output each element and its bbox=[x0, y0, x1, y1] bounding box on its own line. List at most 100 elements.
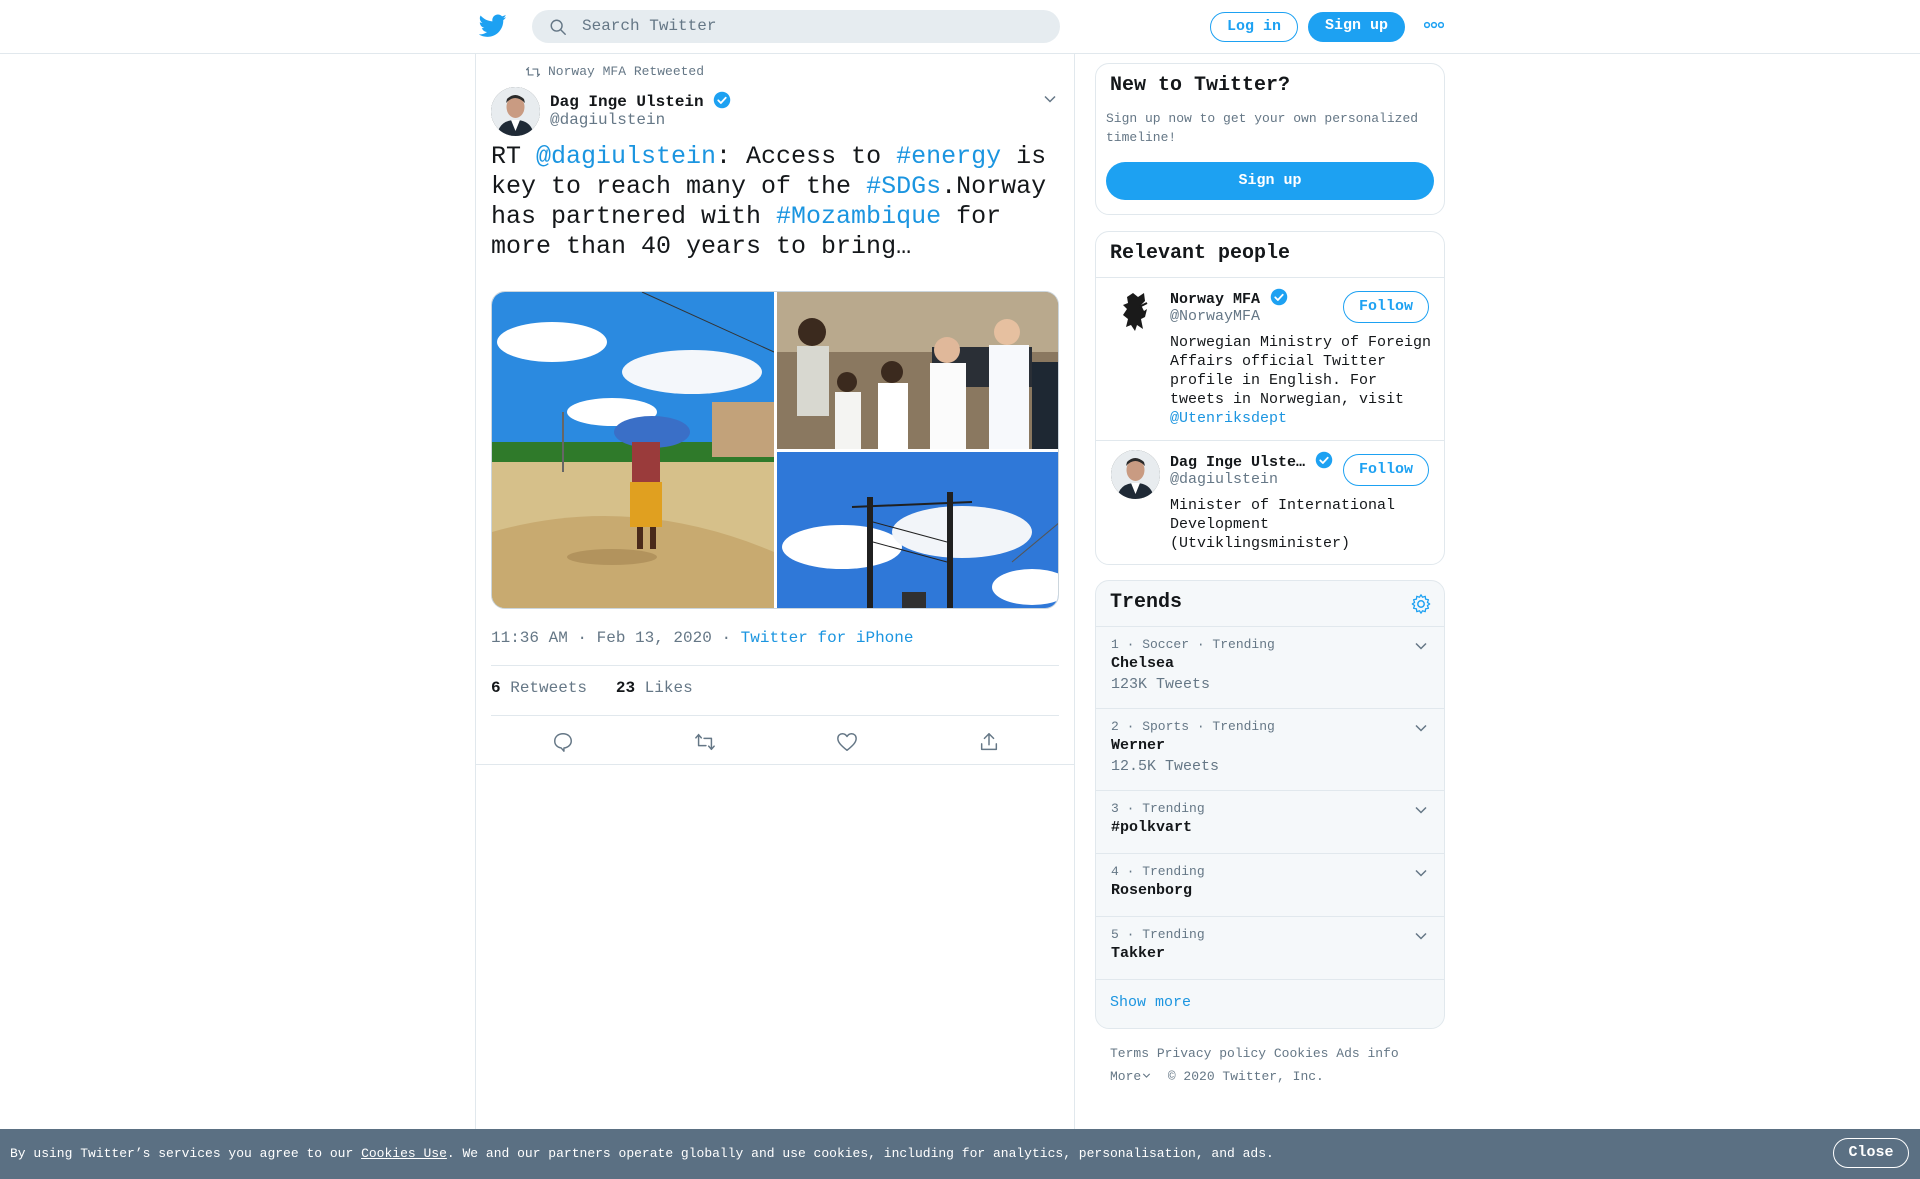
person-bio-text: Norwegian Ministry of Foreign Affairs of… bbox=[1170, 334, 1432, 408]
retweets-label: Retweets bbox=[510, 679, 588, 697]
trend-name: Rosenborg bbox=[1111, 882, 1193, 899]
hashtag-link[interactable]: #Mozambique bbox=[776, 202, 941, 231]
relevant-people-card: Relevant people Norway MFA @NorwayMFA Fo… bbox=[1095, 231, 1445, 565]
tweet-stats: 6 Retweets 23 Likes bbox=[491, 679, 693, 697]
likes-label: Likes bbox=[644, 679, 693, 697]
avatar[interactable] bbox=[1111, 287, 1160, 336]
trend-context: 4 · Trending bbox=[1111, 864, 1205, 879]
settings-gear-icon[interactable] bbox=[1410, 593, 1432, 615]
likes-count: 23 bbox=[615, 679, 636, 697]
author-handle[interactable]: @dagiulstein bbox=[550, 111, 665, 129]
tweet-text: RT @dagiulstein: Access to #energy is ke… bbox=[491, 142, 1066, 262]
person-name[interactable]: Dag Inge Ulste… bbox=[1170, 454, 1305, 471]
search-icon bbox=[550, 19, 566, 35]
norway-coat-of-arms-icon bbox=[1111, 287, 1160, 336]
follow-button[interactable]: Follow bbox=[1343, 291, 1429, 323]
mention-link[interactable]: @dagiulstein bbox=[536, 142, 716, 171]
tweet-media-grid bbox=[491, 291, 1059, 609]
author-photo bbox=[491, 87, 540, 136]
trend-name: Takker bbox=[1111, 945, 1166, 962]
avatar[interactable] bbox=[491, 87, 540, 136]
reply-icon[interactable] bbox=[552, 731, 574, 753]
tweet-source[interactable]: Twitter for iPhone bbox=[741, 629, 914, 647]
footer-links-row-2: More © 2020 Twitter, Inc. bbox=[1110, 1069, 1324, 1084]
divider bbox=[1096, 277, 1444, 278]
chevron-down-icon[interactable] bbox=[1414, 803, 1428, 817]
more-menu[interactable]: More bbox=[1110, 1069, 1152, 1084]
mention-link[interactable]: @Utenriksdept bbox=[1170, 410, 1287, 427]
person-handle[interactable]: @NorwayMFA bbox=[1170, 308, 1260, 325]
retweeted-by-label[interactable]: Norway MFA Retweeted bbox=[548, 64, 704, 79]
cookie-consent-bar: By using Twitter’s services you agree to… bbox=[0, 1129, 1920, 1179]
new-to-twitter-card: New to Twitter? Sign up now to get your … bbox=[1095, 63, 1445, 215]
retweet-icon bbox=[526, 66, 540, 77]
trend-context: 5 · Trending bbox=[1111, 927, 1205, 942]
meta-separator: · bbox=[711, 629, 741, 647]
login-button[interactable]: Log in bbox=[1210, 12, 1298, 42]
person-bio: Minister of International Development (U… bbox=[1170, 497, 1396, 552]
chevron-down-icon bbox=[1143, 1073, 1151, 1078]
trend-item[interactable]: 3 · Trending #polkvart bbox=[1096, 790, 1444, 853]
footer-links: Terms Privacy policy Cookies Ads info bbox=[1110, 1046, 1399, 1061]
retweet-action-icon[interactable] bbox=[694, 731, 716, 753]
cookie-text-part: . We and our partners operate globally a… bbox=[446, 1146, 1274, 1161]
retweets-stat[interactable]: 6 Retweets bbox=[491, 679, 587, 697]
hashtag-link[interactable]: #energy bbox=[896, 142, 1001, 171]
search-input[interactable]: Search Twitter bbox=[582, 17, 716, 35]
chevron-down-icon[interactable] bbox=[1414, 929, 1428, 943]
trends-card: Trends 1 · Soccer · Trending Chelsea 123… bbox=[1095, 580, 1445, 1029]
avatar[interactable] bbox=[1111, 450, 1160, 499]
card-title: New to Twitter? bbox=[1110, 74, 1291, 97]
hashtag-link[interactable]: #SDGs bbox=[866, 172, 941, 201]
tweet-photo-1[interactable] bbox=[492, 292, 775, 609]
cookies-use-link[interactable]: Cookies Use bbox=[361, 1146, 447, 1161]
ads-info-link[interactable]: Ads info bbox=[1336, 1046, 1398, 1061]
chevron-down-icon[interactable] bbox=[1414, 866, 1428, 880]
signup-button[interactable]: Sign up bbox=[1308, 12, 1405, 42]
tweet-timestamp[interactable]: 11:36 AM · Feb 13, 2020 bbox=[491, 629, 712, 647]
cookie-text-part: By using Twitter’s services you agree to… bbox=[10, 1146, 362, 1161]
follow-button[interactable]: Follow bbox=[1343, 454, 1429, 486]
chevron-down-icon[interactable] bbox=[1414, 721, 1428, 735]
retweets-count: 6 bbox=[491, 679, 501, 697]
trend-item[interactable]: 2 · Sports · Trending Werner 12.5K Tweet… bbox=[1096, 708, 1444, 790]
privacy-link[interactable]: Privacy policy bbox=[1157, 1046, 1266, 1061]
more-options-icon[interactable] bbox=[1424, 20, 1444, 30]
trend-count: 123K Tweets bbox=[1111, 676, 1211, 693]
share-icon[interactable] bbox=[978, 731, 1000, 753]
sidebar-signup-button[interactable]: Sign up bbox=[1106, 162, 1434, 200]
copyright: © 2020 Twitter, Inc. bbox=[1167, 1069, 1324, 1084]
cookies-link[interactable]: Cookies bbox=[1274, 1046, 1329, 1061]
trend-name: #polkvart bbox=[1111, 819, 1193, 836]
tweet-photo-2[interactable] bbox=[777, 292, 1059, 449]
tweet-photo-3[interactable] bbox=[777, 452, 1059, 609]
author-name[interactable]: Dag Inge Ulstein bbox=[550, 93, 704, 111]
tweet-text-part: RT bbox=[491, 142, 537, 171]
verified-badge-icon bbox=[1315, 451, 1332, 469]
more-label: More bbox=[1110, 1069, 1142, 1084]
person-name[interactable]: Norway MFA bbox=[1170, 291, 1260, 308]
retweet-context: Norway MFA Retweeted bbox=[526, 64, 704, 79]
close-cookie-button[interactable]: Close bbox=[1833, 1138, 1909, 1168]
card-description: Sign up now to get your own personalized… bbox=[1106, 111, 1419, 145]
trend-item[interactable]: 1 · Soccer · Trending Chelsea 123K Tweet… bbox=[1096, 626, 1444, 708]
card-title: Trends bbox=[1110, 591, 1183, 614]
twitter-logo-icon[interactable] bbox=[479, 14, 507, 38]
search-box[interactable]: Search Twitter bbox=[532, 10, 1060, 43]
like-icon[interactable] bbox=[836, 731, 858, 753]
terms-link[interactable]: Terms bbox=[1110, 1046, 1149, 1061]
trend-item[interactable]: 5 · Trending Takker bbox=[1096, 916, 1444, 979]
person-handle[interactable]: @dagiulstein bbox=[1170, 471, 1278, 488]
tweet-column: Norway MFA Retweeted Dag Inge Ulstein @d… bbox=[475, 54, 1075, 1129]
person-photo bbox=[1111, 450, 1160, 499]
divider bbox=[491, 665, 1059, 666]
chevron-down-icon[interactable] bbox=[1414, 639, 1428, 653]
show-more-link[interactable]: Show more bbox=[1110, 994, 1191, 1011]
likes-stat[interactable]: 23 Likes bbox=[616, 679, 693, 697]
trend-name: Chelsea bbox=[1111, 655, 1175, 672]
chevron-down-icon[interactable] bbox=[1043, 92, 1057, 106]
tweet-meta: 11:36 AM · Feb 13, 2020 · Twitter for iP… bbox=[491, 629, 913, 647]
trend-item[interactable]: 4 · Trending Rosenborg bbox=[1096, 853, 1444, 916]
verified-badge-icon bbox=[1270, 288, 1287, 306]
trend-context: 1 · Soccer · Trending bbox=[1111, 637, 1275, 652]
